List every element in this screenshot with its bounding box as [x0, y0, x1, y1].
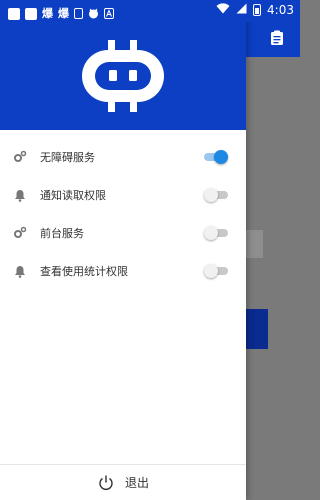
menu-item-label: 通知读取权限: [40, 189, 106, 202]
menu-item-label: 无障碍服务: [40, 151, 95, 164]
logout-label: 退出: [124, 476, 149, 490]
permission-menu: 无障碍服务 通知读取权限 前台服务 查看使用统计权限: [0, 130, 246, 290]
status-bar: 爆 爆 4:03: [0, 0, 300, 22]
background-input-field: [245, 230, 263, 258]
status-glyph: 爆: [58, 7, 69, 20]
notification-access-toggle[interactable]: [204, 188, 228, 202]
power-icon: [97, 474, 115, 492]
wifi-icon: [216, 3, 230, 17]
battery-icon: [253, 4, 262, 16]
bell-icon: [12, 187, 28, 203]
usage-stats-toggle[interactable]: [204, 264, 228, 278]
background-app-header: [245, 22, 300, 57]
signal-icon: [236, 3, 247, 17]
menu-item-accessibility[interactable]: 无障碍服务: [0, 138, 246, 176]
gears-icon: [12, 225, 28, 241]
background-action-button: [245, 309, 268, 349]
cat-icon: [88, 4, 99, 23]
notification-square-icon: [25, 7, 37, 20]
menu-item-label: 查看使用统计权限: [40, 265, 128, 278]
accessibility-toggle[interactable]: [204, 150, 228, 164]
gears-icon: [12, 149, 28, 165]
sim-icon: [74, 8, 83, 19]
navigation-drawer: 无障碍服务 通知读取权限 前台服务 查看使用统计权限 退出: [0, 0, 246, 500]
clock-time: 4:03: [267, 3, 294, 17]
logout-button[interactable]: 退出: [0, 464, 246, 500]
app-logo-icon: [78, 36, 168, 116]
foreground-service-toggle[interactable]: [204, 226, 228, 240]
status-glyph: 爆: [42, 7, 53, 20]
menu-item-label: 前台服务: [40, 227, 84, 240]
font-a-icon: [104, 4, 114, 23]
menu-item-usage-stats[interactable]: 查看使用统计权限: [0, 252, 246, 290]
menu-item-notification-access[interactable]: 通知读取权限: [0, 176, 246, 214]
notification-square-icon: [8, 7, 20, 20]
bell-icon: [12, 263, 28, 279]
menu-item-foreground-service[interactable]: 前台服务: [0, 214, 246, 252]
clipboard-icon[interactable]: [270, 30, 284, 50]
